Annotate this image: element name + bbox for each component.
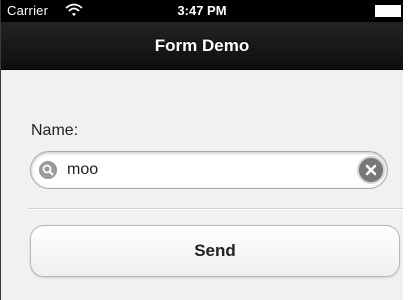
page-title: Form Demo: [154, 36, 250, 55]
battery-icon: [375, 5, 401, 17]
name-label: Name:: [31, 122, 79, 139]
navigation-header: Form Demo: [1, 22, 403, 70]
clock-time: 3:47 PM: [177, 3, 227, 18]
search-field[interactable]: [30, 151, 388, 189]
clear-icon[interactable]: [359, 158, 383, 182]
send-button[interactable]: Send: [30, 225, 400, 277]
form-divider: [29, 208, 403, 210]
app-window: Carrier 3:47 PM Form Demo Name: moo Send: [0, 0, 403, 300]
form-content: Name: Send: [1, 70, 403, 300]
search-icon: [39, 161, 57, 179]
search-input[interactable]: [67, 159, 347, 181]
status-bar: Carrier 3:47 PM: [1, 0, 403, 22]
